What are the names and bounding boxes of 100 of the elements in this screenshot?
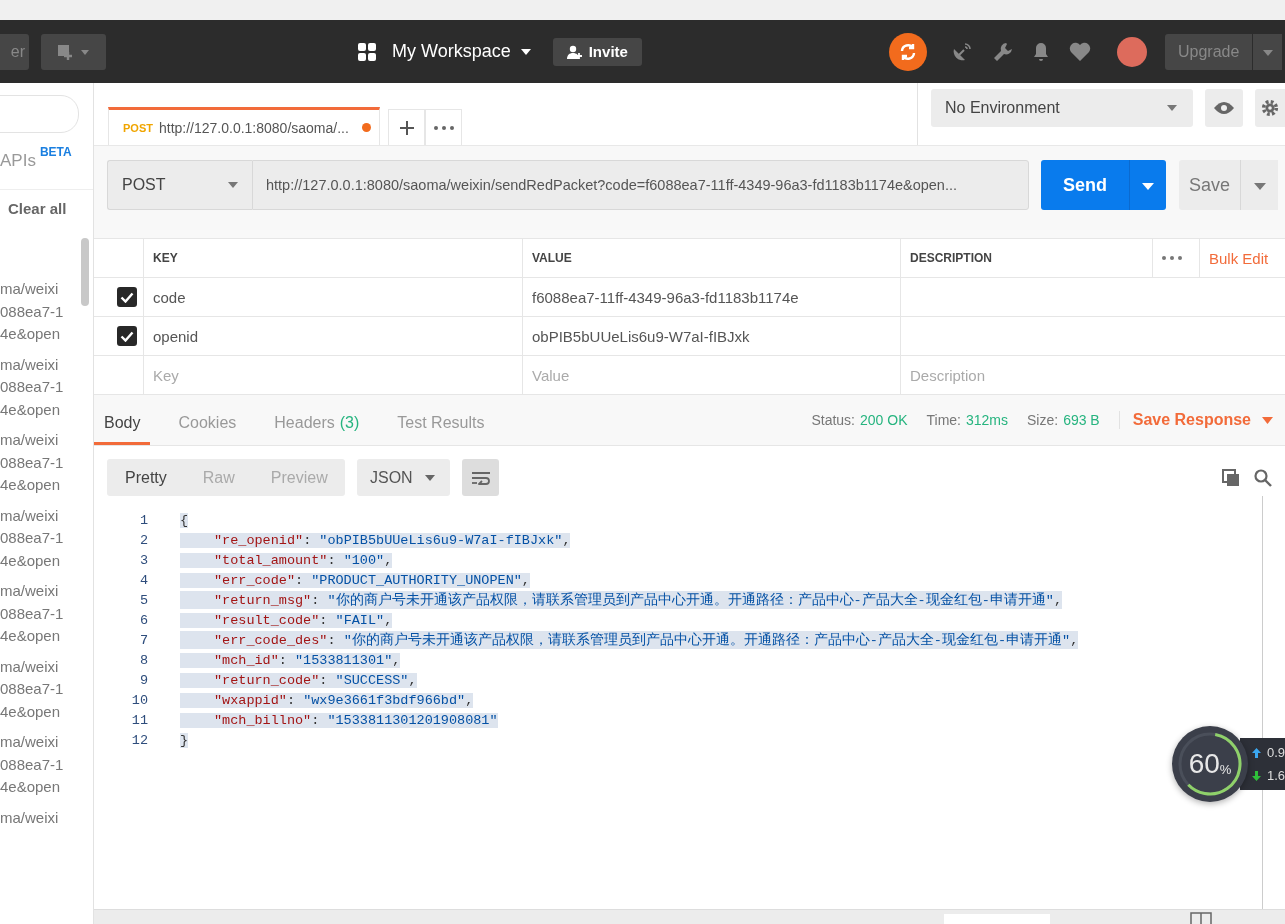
request-tab[interactable]: POST http://127.0.0.1:8080/saoma/... [108, 107, 380, 145]
search-field[interactable] [0, 95, 79, 133]
upgrade-dropdown[interactable] [1252, 33, 1283, 70]
save-response-button[interactable]: Save Response [1118, 411, 1251, 429]
sync-icon[interactable] [889, 32, 927, 71]
history-item[interactable]: ma/weixi 088ea7-1 4e&open [0, 353, 75, 421]
caret-icon [1167, 105, 1177, 111]
format-dropdown[interactable]: JSON [357, 459, 450, 496]
column-header: VALUE [532, 251, 572, 265]
save-button[interactable]: Save [1179, 160, 1240, 210]
response-tab[interactable]: Cookies [168, 414, 247, 445]
history-item[interactable]: ma/weixi 088ea7-1 4e&open [0, 580, 75, 648]
gear-icon [1261, 98, 1279, 118]
send-dropdown[interactable] [1129, 160, 1166, 210]
upgrade-button[interactable]: Upgrade [1165, 33, 1253, 70]
more-icon [433, 125, 454, 130]
caret-icon [1253, 182, 1266, 190]
wrap-button[interactable] [462, 459, 499, 496]
column-header: DESCRIPTION [910, 251, 992, 265]
stat-label: Size: [1027, 412, 1059, 428]
column-header: KEY [153, 251, 178, 265]
response-tab[interactable]: Test Results [387, 414, 495, 445]
bulk-edit-link[interactable]: Bulk Edit [1209, 249, 1269, 267]
invite-button[interactable]: Invite [552, 37, 642, 66]
environment-dropdown[interactable]: No Environment [931, 89, 1193, 127]
download-speed: 1.6 [1267, 768, 1285, 783]
history-item[interactable]: ma/weixi 088ea7-1 4e&open [0, 504, 75, 572]
caret-icon [228, 182, 238, 188]
eye-button[interactable] [1205, 89, 1243, 127]
download-icon [1252, 770, 1261, 781]
line-number: 7 [138, 632, 148, 648]
value-input[interactable]: Value [532, 366, 732, 384]
stat-label: Status: [811, 412, 855, 428]
heart-icon[interactable] [1069, 42, 1091, 61]
key-input[interactable]: Key [153, 366, 353, 384]
bell-icon[interactable] [1033, 41, 1049, 62]
save-dropdown[interactable] [1240, 160, 1278, 210]
caret-icon [1262, 50, 1273, 56]
upload-icon [1252, 747, 1261, 758]
person-add-icon [566, 44, 583, 59]
plus-icon [399, 120, 414, 135]
caret-icon [425, 474, 435, 481]
description-input[interactable]: Description [910, 366, 1110, 384]
param-key: code [153, 288, 186, 306]
eye-icon [1214, 102, 1234, 114]
send-button[interactable]: Send [1041, 160, 1129, 210]
beta-label: BETA [39, 145, 72, 159]
line-number: 5 [138, 592, 148, 608]
param-value: obPIB5bUUeLis6u9-W7aI-fIBJxk [532, 327, 750, 345]
more-icon[interactable] [1162, 256, 1182, 260]
two-pane-icon[interactable] [1190, 912, 1212, 924]
param-value: f6088ea7-11ff-4349-96a3-fd1183b1174e [532, 288, 799, 306]
apis-tab[interactable]: APIs [0, 151, 36, 171]
search-icon[interactable] [1254, 468, 1272, 487]
wrap-icon [470, 470, 491, 485]
workspace-selector[interactable]: My Workspace [392, 41, 511, 62]
scrollbar[interactable] [81, 238, 89, 306]
param-key: openid [153, 327, 199, 345]
new-tab-button[interactable] [388, 109, 425, 145]
line-number: 3 [138, 552, 148, 568]
checkbox[interactable] [117, 287, 137, 307]
history-item[interactable]: ma/weixi 088ea7-1 4e&open [0, 278, 75, 346]
new-button[interactable] [41, 33, 106, 70]
satellite-icon[interactable] [951, 40, 973, 63]
line-number: 8 [138, 652, 148, 668]
copy-icon[interactable] [1222, 468, 1240, 487]
history-item[interactable]: ma/weixi 088ea7-1 4e&open [0, 655, 75, 723]
new-icon [56, 43, 91, 60]
view-mode-tab[interactable]: Pretty [107, 468, 185, 487]
upload-speed: 0.9 [1267, 745, 1285, 760]
stat-value: 693 B [1063, 412, 1100, 428]
settings-button[interactable] [1255, 89, 1285, 127]
line-number: 6 [138, 612, 148, 628]
method-dropdown[interactable]: POST [107, 160, 252, 210]
line-number: 11 [130, 712, 148, 728]
more-button[interactable] [425, 109, 462, 145]
history-item[interactable]: ma/weixi 088ea7-1 4e&open [0, 429, 75, 497]
line-number: 12 [130, 732, 148, 748]
meter-unit: % [1219, 761, 1232, 777]
stat-value: 312ms [965, 412, 1008, 428]
header-button[interactable]: er [0, 33, 29, 70]
history-item[interactable]: ma/weixi [0, 806, 75, 829]
wrench-icon[interactable] [993, 41, 1013, 62]
caret-icon[interactable] [520, 48, 531, 55]
grid-icon [358, 42, 376, 61]
line-number: 1 [138, 512, 148, 528]
stat-label: Time: [926, 412, 961, 428]
line-number: 2 [138, 532, 148, 548]
stat-value: 200 OK [860, 412, 908, 428]
line-number: 4 [138, 572, 148, 588]
history-item[interactable]: ma/weixi 088ea7-1 4e&open [0, 731, 75, 799]
url-field[interactable]: http://127.0.0.1:8080/saoma/weixin/sendRedPacket?code=f6088ea7-11ff-4349-96a3-fd1183b1174e&open... [252, 160, 1029, 210]
checkbox[interactable] [117, 326, 137, 346]
caret-icon [1142, 182, 1154, 190]
response-tab[interactable]: Headers (3) [264, 414, 370, 445]
clear-all-link[interactable]: Clear all [8, 200, 67, 217]
line-number: 9 [138, 672, 148, 688]
meter-value: 60 [1188, 748, 1220, 780]
line-number: 10 [130, 692, 148, 708]
avatar[interactable] [1117, 36, 1147, 67]
